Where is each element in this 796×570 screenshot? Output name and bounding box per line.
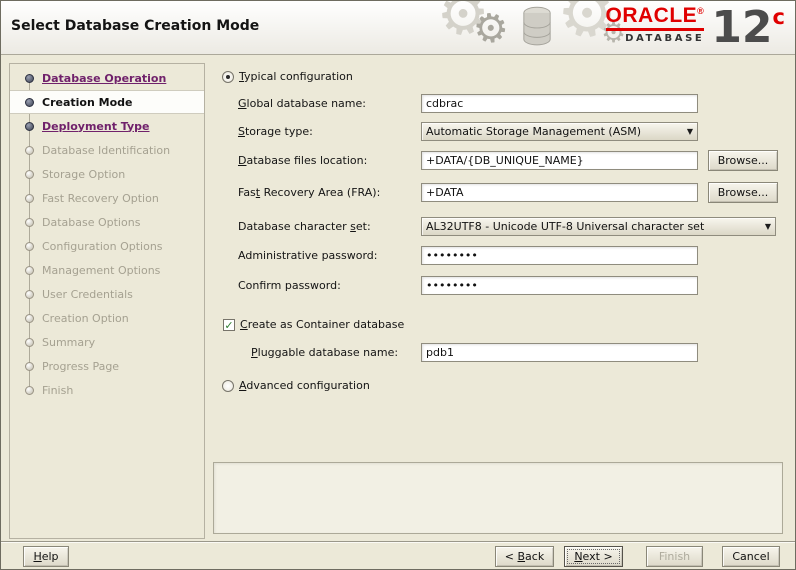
sidebar-step-user-credentials: User Credentials [10,282,204,306]
back-button[interactable]: < Back [495,546,554,567]
container-database-checkbox[interactable]: ✓ [223,319,235,331]
sidebar-step-summary: Summary [10,330,204,354]
pluggable-database-name-input[interactable] [421,343,698,362]
confirm-password-label: Confirm password: [238,279,341,292]
database-files-location-label: Database files location: [238,154,368,167]
next-button[interactable]: Next > [564,546,623,567]
page-title: Select Database Creation Mode [11,18,260,34]
logo-rule [605,28,705,31]
step-dot [25,97,34,107]
help-button[interactable]: Help [23,546,69,567]
administrative-password-label: Administrative password: [238,249,378,262]
typical-configuration-label: Typical configuration [239,70,353,83]
step-dot [25,337,34,347]
step-dot [25,241,34,251]
dropdown-arrow-icon: ▼ [764,222,771,231]
dropdown-arrow-icon: ▼ [686,127,693,136]
database-character-set-label: Database character set: [238,220,371,233]
step-dot [25,289,34,299]
global-database-name-input[interactable] [421,94,698,113]
sidebar-step-creation-option: Creation Option [10,306,204,330]
step-dot [25,361,34,371]
sidebar-step-configuration-options: Configuration Options [10,234,204,258]
sidebar-step-database-identification: Database Identification [10,138,204,162]
fast-recovery-area-label: Fast Recovery Area (FRA): [238,186,381,199]
global-database-name-label: Global database name: [238,97,366,110]
pluggable-database-name-label: Pluggable database name: [251,346,399,359]
cancel-button[interactable]: Cancel [722,546,780,567]
sidebar-step-management-options: Management Options [10,258,204,282]
sidebar-step-database-operation[interactable]: Database Operation [10,66,204,90]
step-dot [25,121,34,131]
sidebar-step-fast-recovery-option: Fast Recovery Option [10,186,204,210]
wizard-steps-panel: Database Operation Creation Mode Deploym… [9,63,205,539]
database-files-location-input[interactable] [421,151,698,170]
storage-type-select[interactable]: Automatic Storage Management (ASM) ▼ [421,122,698,141]
check-icon: ✓ [224,319,234,332]
storage-type-label: Storage type: [238,125,313,138]
typical-configuration-radio[interactable] [222,71,234,83]
sidebar-step-deployment-type[interactable]: Deployment Type [10,114,204,138]
step-dot [25,313,34,323]
version-12c: 12c [711,2,785,53]
step-dot [25,265,34,275]
step-dot [25,217,34,227]
registered-mark: ® [697,6,705,16]
sidebar-step-creation-mode[interactable]: Creation Mode [10,90,204,114]
step-dot [25,73,34,83]
confirm-password-input[interactable] [421,276,698,295]
footer-separator [1,541,795,543]
sidebar-step-database-options: Database Options [10,210,204,234]
step-dot [25,145,34,155]
fast-recovery-area-input[interactable] [421,183,698,202]
advanced-configuration-radio[interactable] [222,380,234,392]
sidebar-step-finish: Finish [10,378,204,402]
sidebar-step-storage-option: Storage Option [10,162,204,186]
step-dot [25,193,34,203]
step-dot [25,169,34,179]
files-location-browse-button[interactable]: Browse... [708,150,778,171]
container-database-label: Create as Container database [240,318,405,331]
database-character-set-select[interactable]: AL32UTF8 - Unicode UTF-8 Universal chara… [421,217,776,236]
database-wordmark: DATABASE [625,33,705,44]
dbca-wizard-window: Select Database Creation Mode ⚙ ⚙ ⚙ ⚙ OR… [0,0,796,570]
message-area [213,462,783,534]
advanced-configuration-label: Advanced configuration [239,379,370,392]
database-cylinder-icon [523,6,551,46]
step-dot [25,385,34,395]
administrative-password-input[interactable] [421,246,698,265]
oracle-wordmark: ORACLE® [605,4,705,27]
header-banner: Select Database Creation Mode ⚙ ⚙ ⚙ ⚙ OR… [1,1,795,55]
fra-browse-button[interactable]: Browse... [708,182,778,203]
gear-icon: ⚙ [469,3,512,55]
sidebar-step-progress-page: Progress Page [10,354,204,378]
finish-button: Finish [646,546,703,567]
oracle-database-12c-logo: ORACLE® DATABASE 12c [605,2,785,53]
